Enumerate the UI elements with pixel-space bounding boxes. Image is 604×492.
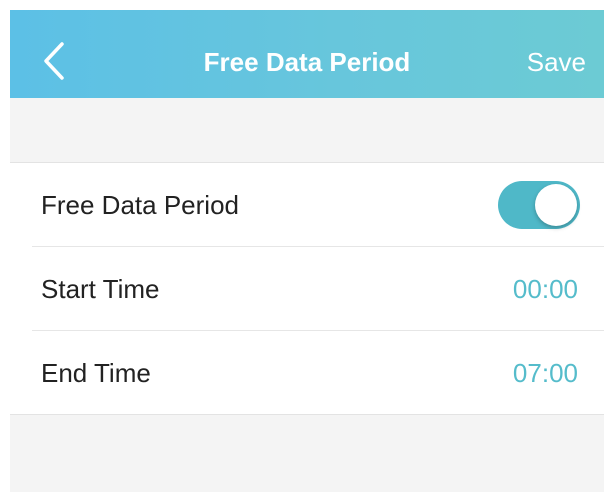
end-time-value[interactable]: 07:00 (513, 358, 578, 388)
free-data-period-toggle[interactable] (498, 181, 580, 229)
toggle-knob (535, 184, 577, 226)
end-time-label: End Time (41, 358, 151, 388)
start-time-label: Start Time (41, 274, 160, 304)
free-data-period-row: Free Data Period (32, 163, 604, 247)
app-screen: Free Data Period Save Free Data Period S… (10, 10, 604, 492)
back-button[interactable] (40, 41, 68, 81)
end-time-row[interactable]: End Time 07:00 (32, 331, 604, 414)
chevron-left-icon (44, 42, 64, 80)
free-data-period-label: Free Data Period (41, 190, 239, 220)
navigation-bar: Free Data Period Save (10, 10, 604, 98)
start-time-value[interactable]: 00:00 (513, 274, 578, 304)
page-title: Free Data Period (203, 47, 411, 77)
settings-list: Free Data Period Start Time 00:00 End Ti… (10, 162, 604, 415)
save-button[interactable]: Save (527, 46, 586, 78)
start-time-row[interactable]: Start Time 00:00 (32, 247, 604, 331)
